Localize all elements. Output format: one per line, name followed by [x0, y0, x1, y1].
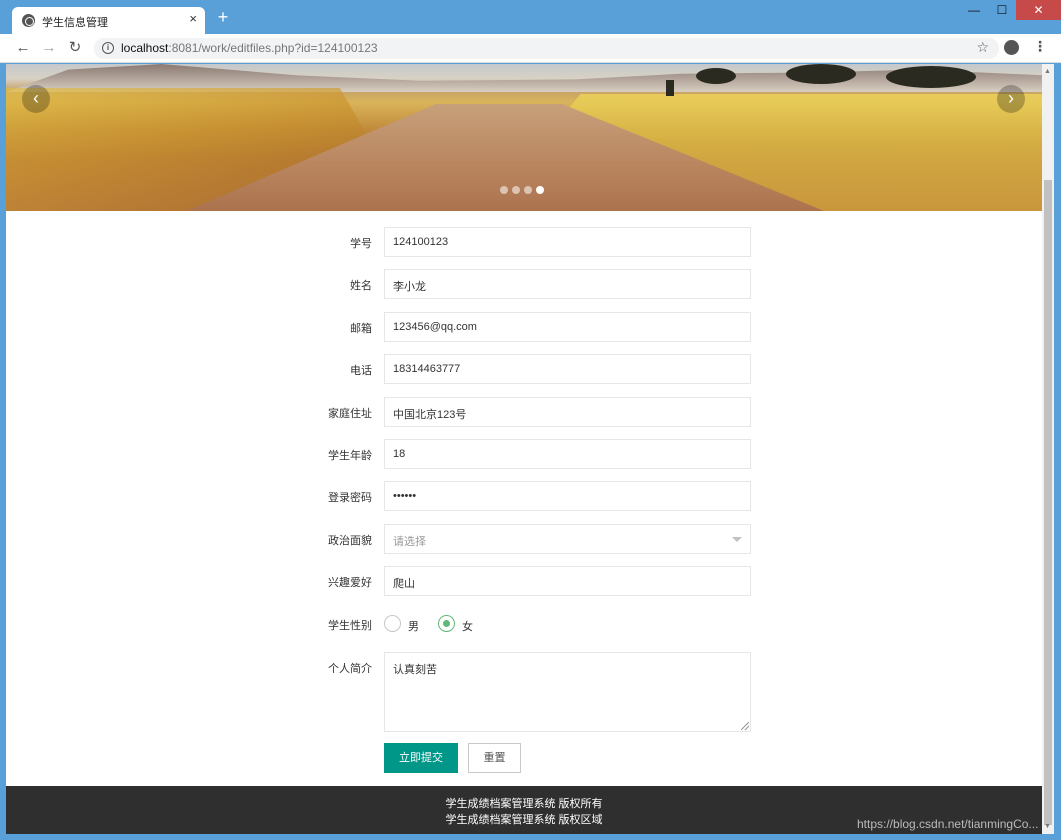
- name-input[interactable]: 李小龙: [384, 269, 751, 299]
- banner-tree: [696, 68, 736, 84]
- window-controls: — ☐ ✕: [960, 0, 1061, 20]
- browser-toolbar: ← → ↻ i localhost:8081/work/editfiles.ph…: [0, 34, 1061, 63]
- address-input[interactable]: 中国北京123号: [384, 397, 751, 427]
- form-actions: 立即提交 重置: [6, 743, 1042, 773]
- bookmark-star-icon[interactable]: ☆: [976, 39, 989, 56]
- submit-button[interactable]: 立即提交: [384, 743, 458, 773]
- chevron-down-icon: [732, 537, 742, 542]
- banner-tree: [786, 64, 856, 84]
- form-row-intro: 个人简介 认真刻苦: [6, 652, 1042, 732]
- kebab-menu-icon[interactable]: ⋮: [1033, 38, 1047, 55]
- email-input[interactable]: 123456@qq.com: [384, 312, 751, 342]
- profile-icon[interactable]: [1004, 40, 1019, 55]
- gender-radio-female[interactable]: [438, 615, 455, 632]
- tab-strip: 学生信息管理 × + — ☐ ✕: [0, 0, 1061, 34]
- scroll-up-arrow-icon[interactable]: ▲: [1044, 68, 1051, 75]
- address-bar[interactable]: i localhost:8081/work/editfiles.php?id=1…: [94, 38, 999, 59]
- banner-tree: [886, 66, 976, 88]
- form-row-email: 邮箱 123456@qq.com: [6, 312, 1042, 342]
- form-row-political-status: 政治面貌 请选择: [6, 524, 1042, 554]
- gender-option-female-label[interactable]: 女: [462, 618, 473, 634]
- carousel-dot[interactable]: [512, 186, 520, 194]
- age-input[interactable]: 18: [384, 439, 751, 469]
- password-input[interactable]: ••••••: [384, 481, 751, 511]
- political-status-placeholder: 请选择: [393, 536, 426, 548]
- page-scrollbar[interactable]: ▲ ▼: [1042, 64, 1054, 834]
- gender-option-male-label[interactable]: 男: [408, 618, 419, 634]
- carousel-dot[interactable]: [500, 186, 508, 194]
- tab-title: 学生信息管理: [42, 17, 108, 29]
- form-row-age: 学生年龄 18: [6, 439, 1042, 469]
- political-status-select[interactable]: 请选择: [384, 524, 751, 554]
- minimize-button[interactable]: —: [960, 0, 988, 20]
- form-row-name: 姓名 李小龙: [6, 269, 1042, 299]
- browser-tab[interactable]: 学生信息管理 ×: [12, 7, 205, 34]
- political-status-label: 政治面貌: [328, 535, 372, 547]
- student-id-label: 学号: [350, 238, 372, 250]
- new-tab-button[interactable]: +: [214, 8, 232, 26]
- carousel-banner: ‹ ›: [6, 64, 1042, 211]
- age-label: 学生年龄: [328, 450, 372, 462]
- phone-input[interactable]: 18314463777: [384, 354, 751, 384]
- page-viewport: ‹ › 学号 124100123 姓名 李小龙 邮箱 123456@qq.com: [6, 64, 1042, 834]
- resize-grip-icon[interactable]: [741, 722, 749, 730]
- reset-button[interactable]: 重置: [468, 743, 521, 773]
- scrollbar-thumb[interactable]: [1044, 180, 1052, 825]
- gender-radio-male[interactable]: [384, 615, 401, 632]
- carousel-dot[interactable]: [524, 186, 532, 194]
- forward-arrow-icon[interactable]: →: [40, 39, 58, 57]
- url-text[interactable]: localhost:8081/work/editfiles.php?id=124…: [121, 41, 378, 55]
- hobby-label: 兴趣爱好: [328, 577, 372, 589]
- carousel-dot-active[interactable]: [536, 186, 544, 194]
- address-label: 家庭住址: [328, 408, 372, 420]
- maximize-button[interactable]: ☐: [988, 0, 1016, 20]
- carousel-indicators: [500, 186, 544, 194]
- footer-copyright: 学生成绩档案管理系统 版权所有: [445, 798, 603, 810]
- close-window-button[interactable]: ✕: [1016, 0, 1061, 20]
- phone-label: 电话: [350, 365, 372, 377]
- carousel-next-button[interactable]: ›: [997, 85, 1025, 113]
- globe-icon: [22, 14, 35, 27]
- url-path: :8081/work/editfiles.php?id=124100123: [168, 41, 378, 55]
- back-arrow-icon[interactable]: ←: [14, 39, 32, 57]
- name-label: 姓名: [350, 280, 372, 292]
- carousel-prev-button[interactable]: ‹: [22, 85, 50, 113]
- info-icon[interactable]: i: [102, 42, 114, 54]
- form-row-hobby: 兴趣爱好 爬山: [6, 566, 1042, 596]
- form-row-student-id: 学号 124100123: [6, 227, 1042, 257]
- url-host: localhost: [121, 41, 169, 55]
- form-row-gender: 学生性别 男 女: [6, 609, 1042, 639]
- form-row-password: 登录密码 ••••••: [6, 481, 1042, 511]
- tab-close-icon[interactable]: ×: [189, 12, 197, 26]
- watermark-text: https://blog.csdn.net/tianmingCo...: [857, 817, 1039, 831]
- browser-window: 学生信息管理 × + — ☐ ✕ ← → ↻ i localhost:8081/…: [0, 0, 1061, 840]
- form-row-phone: 电话 18314463777: [6, 354, 1042, 384]
- hobby-input[interactable]: 爬山: [384, 566, 751, 596]
- intro-textarea[interactable]: 认真刻苦: [384, 652, 751, 732]
- intro-label: 个人简介: [328, 663, 372, 675]
- reload-icon[interactable]: ↻: [66, 39, 84, 57]
- gender-label: 学生性别: [328, 620, 372, 632]
- password-label: 登录密码: [328, 492, 372, 504]
- form-row-address: 家庭住址 中国北京123号: [6, 397, 1042, 427]
- scroll-down-arrow-icon[interactable]: ▼: [1044, 823, 1051, 830]
- email-label: 邮箱: [350, 323, 372, 335]
- intro-text: 认真刻苦: [393, 664, 437, 676]
- student-id-input[interactable]: 124100123: [384, 227, 751, 257]
- banner-tree-trunk: [666, 80, 674, 96]
